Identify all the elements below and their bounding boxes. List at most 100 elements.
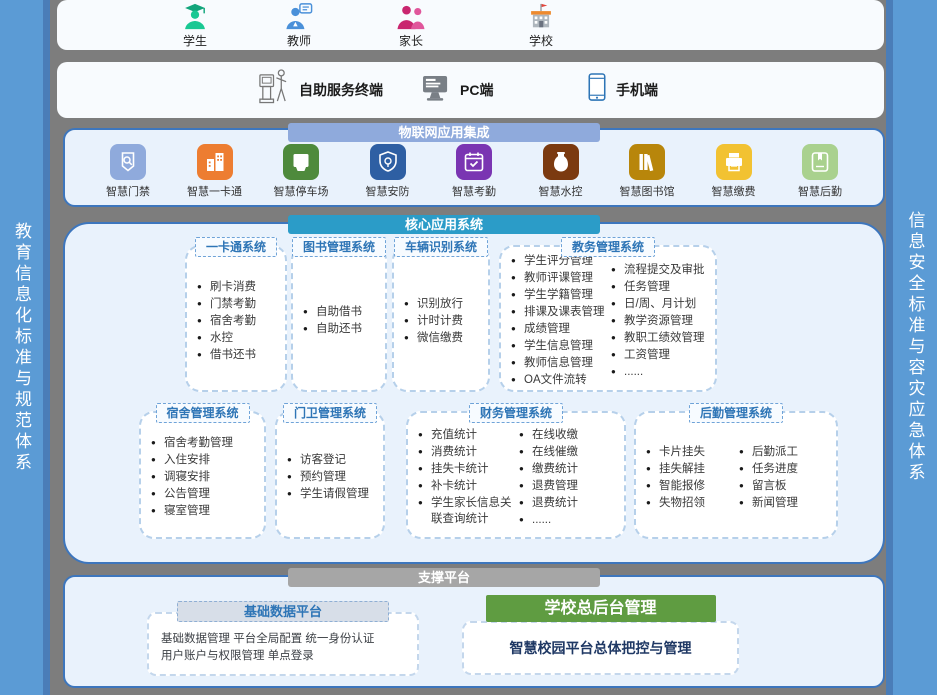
system-feature-item: 计时计费 xyxy=(404,313,484,329)
system-feature-item: 后勤派工 xyxy=(739,444,832,460)
terminal-item-3: 手机端 xyxy=(587,62,658,118)
security-icon xyxy=(370,144,406,180)
iot-item-label: 智慧停车场 xyxy=(262,183,340,199)
system-feature-item: 日/周、月计划 xyxy=(611,296,711,312)
base-data-platform-title: 基础数据平台 xyxy=(177,601,389,622)
system-feature-item: 学生信息管理 xyxy=(511,338,611,354)
system-feature-item: 寝室管理 xyxy=(151,503,260,519)
onecard-icon xyxy=(197,144,233,180)
system-feature-list: 访客登记预约管理学生请假管理 xyxy=(287,451,379,503)
system-title: 后勤管理系统 xyxy=(689,403,783,423)
system-feature-item: 任务管理 xyxy=(611,279,711,295)
system-feature-list: 流程提交及审批任务管理日/周、月计划教学资源管理教职工绩效管理工资管理.....… xyxy=(611,261,711,381)
system-feature-item: 新闻管理 xyxy=(739,495,832,511)
terminal-item-1: 自助服务终端 xyxy=(257,62,383,118)
system-feature-list: 学生评分管理教师评课管理学生学籍管理排课及课表管理成绩管理学生信息管理教师信息管… xyxy=(511,252,611,389)
logistics-icon xyxy=(802,144,838,180)
iot-item-9: 智慧后勤 xyxy=(781,144,859,199)
iot-item-label: 智慧门禁 xyxy=(89,183,167,199)
system-feature-item: 缴费统计 xyxy=(519,461,620,477)
user-item-3: 家长 xyxy=(379,3,443,49)
user-item-1: 学生 xyxy=(163,3,227,49)
iot-item-8: 智慧缴费 xyxy=(695,144,773,199)
attendance-icon xyxy=(456,144,492,180)
system-feature-item: 成绩管理 xyxy=(511,321,611,337)
system-box-1: 一卡通系统刷卡消费门禁考勤宿舍考勤水控借书还书 xyxy=(185,245,287,392)
core-panel: 核心应用系统 一卡通系统刷卡消费门禁考勤宿舍考勤水控借书还书图书管理系统自助借书… xyxy=(63,222,885,564)
system-feature-item: 挂失卡统计 xyxy=(418,461,519,477)
system-box-5: 宿舍管理系统宿舍考勤管理入住安排调寝安排公告管理寝室管理 xyxy=(139,411,266,539)
system-title: 车辆识别系统 xyxy=(394,237,488,257)
parking-icon xyxy=(283,144,319,180)
system-feature-list: 后勤派工任务进度留言板新闻管理 xyxy=(739,443,832,512)
system-title: 一卡通系统 xyxy=(195,237,277,257)
system-feature-item: ...... xyxy=(611,364,711,380)
user-item-2: 教师 xyxy=(267,3,331,49)
right-sidebar-label: 信息安全标准与容灾应急体系 xyxy=(903,211,928,484)
system-body: 刷卡消费门禁考勤宿舍考勤水控借书还书 xyxy=(197,255,281,386)
iot-item-1: 智慧门禁 xyxy=(89,144,167,199)
system-body: 识别放行计时计费微信缴费 xyxy=(404,255,484,386)
terminal-item-2: PC端 xyxy=(422,62,493,118)
iot-item-label: 智慧缴费 xyxy=(695,183,773,199)
system-feature-item: 宿舍考勤 xyxy=(197,313,281,329)
users-panel: 学生教师 家长学校 xyxy=(57,0,884,50)
iot-item-label: 智慧图书馆 xyxy=(608,183,686,199)
base-data-line-2: 用户账户与权限管理 单点登录 xyxy=(161,648,407,665)
system-feature-item: 教职工绩效管理 xyxy=(611,330,711,346)
iot-items-row: 智慧门禁智慧一卡通智慧停车场智慧安防智慧考勤智慧水控智慧图书馆智慧缴费智慧后勤 xyxy=(89,144,859,199)
system-feature-item: 公告管理 xyxy=(151,486,260,502)
phone-icon xyxy=(587,73,607,107)
system-title: 宿舍管理系统 xyxy=(155,403,249,423)
kiosk-icon xyxy=(257,68,290,112)
system-feature-list: 刷卡消费门禁考勤宿舍考勤水控借书还书 xyxy=(197,278,281,364)
system-feature-item: 自助还书 xyxy=(303,321,381,337)
system-feature-item: 水控 xyxy=(197,330,281,346)
system-feature-item: OA文件流转 xyxy=(511,372,611,388)
system-body: 访客登记预约管理学生请假管理 xyxy=(287,421,379,533)
user-item-4: 学校 xyxy=(509,3,573,49)
left-sidebar: 教育信息化标准与规范体系 xyxy=(0,0,50,695)
parents-icon xyxy=(379,3,443,31)
user-label: 学校 xyxy=(509,32,573,49)
water-icon xyxy=(543,144,579,180)
system-feature-item: ...... xyxy=(519,512,620,528)
system-feature-list: 自助借书自助还书 xyxy=(303,303,381,338)
system-feature-item: 入住安排 xyxy=(151,452,260,468)
left-sidebar-label: 教育信息化标准与规范体系 xyxy=(9,222,34,474)
system-box-2: 图书管理系统自助借书自助还书 xyxy=(291,245,387,392)
library-icon xyxy=(629,144,665,180)
school-backend-content: 智慧校园平台总体把控与管理 xyxy=(462,621,739,675)
system-body: 自助借书自助还书 xyxy=(303,255,381,386)
system-feature-item: 消费统计 xyxy=(418,444,519,460)
system-feature-item: 学生学籍管理 xyxy=(511,287,611,303)
iot-item-label: 智慧水控 xyxy=(522,183,600,199)
terminals-panel: 自助服务终端 PC端 手机端 xyxy=(57,62,884,118)
system-feature-item: 流程提交及审批 xyxy=(611,262,711,278)
iot-item-4: 智慧安防 xyxy=(349,144,427,199)
iot-item-2: 智慧一卡通 xyxy=(176,144,254,199)
iot-panel: 物联网应用集成 智慧门禁智慧一卡通智慧停车场智慧安防智慧考勤智慧水控智慧图书馆智… xyxy=(63,128,885,207)
system-body: 学生评分管理教师评课管理学生学籍管理排课及课表管理成绩管理学生信息管理教师信息管… xyxy=(511,255,711,386)
school-icon xyxy=(509,3,573,31)
system-feature-item: 挂失解挂 xyxy=(646,461,739,477)
system-feature-item: 留言板 xyxy=(739,478,832,494)
base-data-line-1: 基础数据管理 平台全局配置 统一身份认证 xyxy=(161,631,407,648)
student-icon xyxy=(163,3,227,31)
system-box-4: 教务管理系统学生评分管理教师评课管理学生学籍管理排课及课表管理成绩管理学生信息管… xyxy=(499,245,717,392)
iot-section-title: 物联网应用集成 xyxy=(288,123,600,142)
system-feature-list: 识别放行计时计费微信缴费 xyxy=(404,295,484,347)
base-data-platform-box: 基础数据管理 平台全局配置 统一身份认证 用户账户与权限管理 单点登录 基础数据… xyxy=(147,601,419,676)
system-feature-item: 预约管理 xyxy=(287,469,379,485)
iot-item-7: 智慧图书馆 xyxy=(608,144,686,199)
system-title: 教务管理系统 xyxy=(561,237,655,257)
system-body: 宿舍考勤管理入住安排调寝安排公告管理寝室管理 xyxy=(151,421,260,533)
system-feature-item: 任务进度 xyxy=(739,461,832,477)
iot-item-label: 智慧安防 xyxy=(349,183,427,199)
iot-item-5: 智慧考勤 xyxy=(435,144,513,199)
system-feature-item: 排课及课表管理 xyxy=(511,304,611,320)
system-title: 财务管理系统 xyxy=(469,403,563,423)
system-body: 充值统计消费统计挂失卡统计补卡统计学生家长信息关联查询统计在线收缴在线催缴缴费统… xyxy=(418,421,620,533)
system-feature-item: 学生请假管理 xyxy=(287,486,379,502)
user-label: 教师 xyxy=(267,32,331,49)
